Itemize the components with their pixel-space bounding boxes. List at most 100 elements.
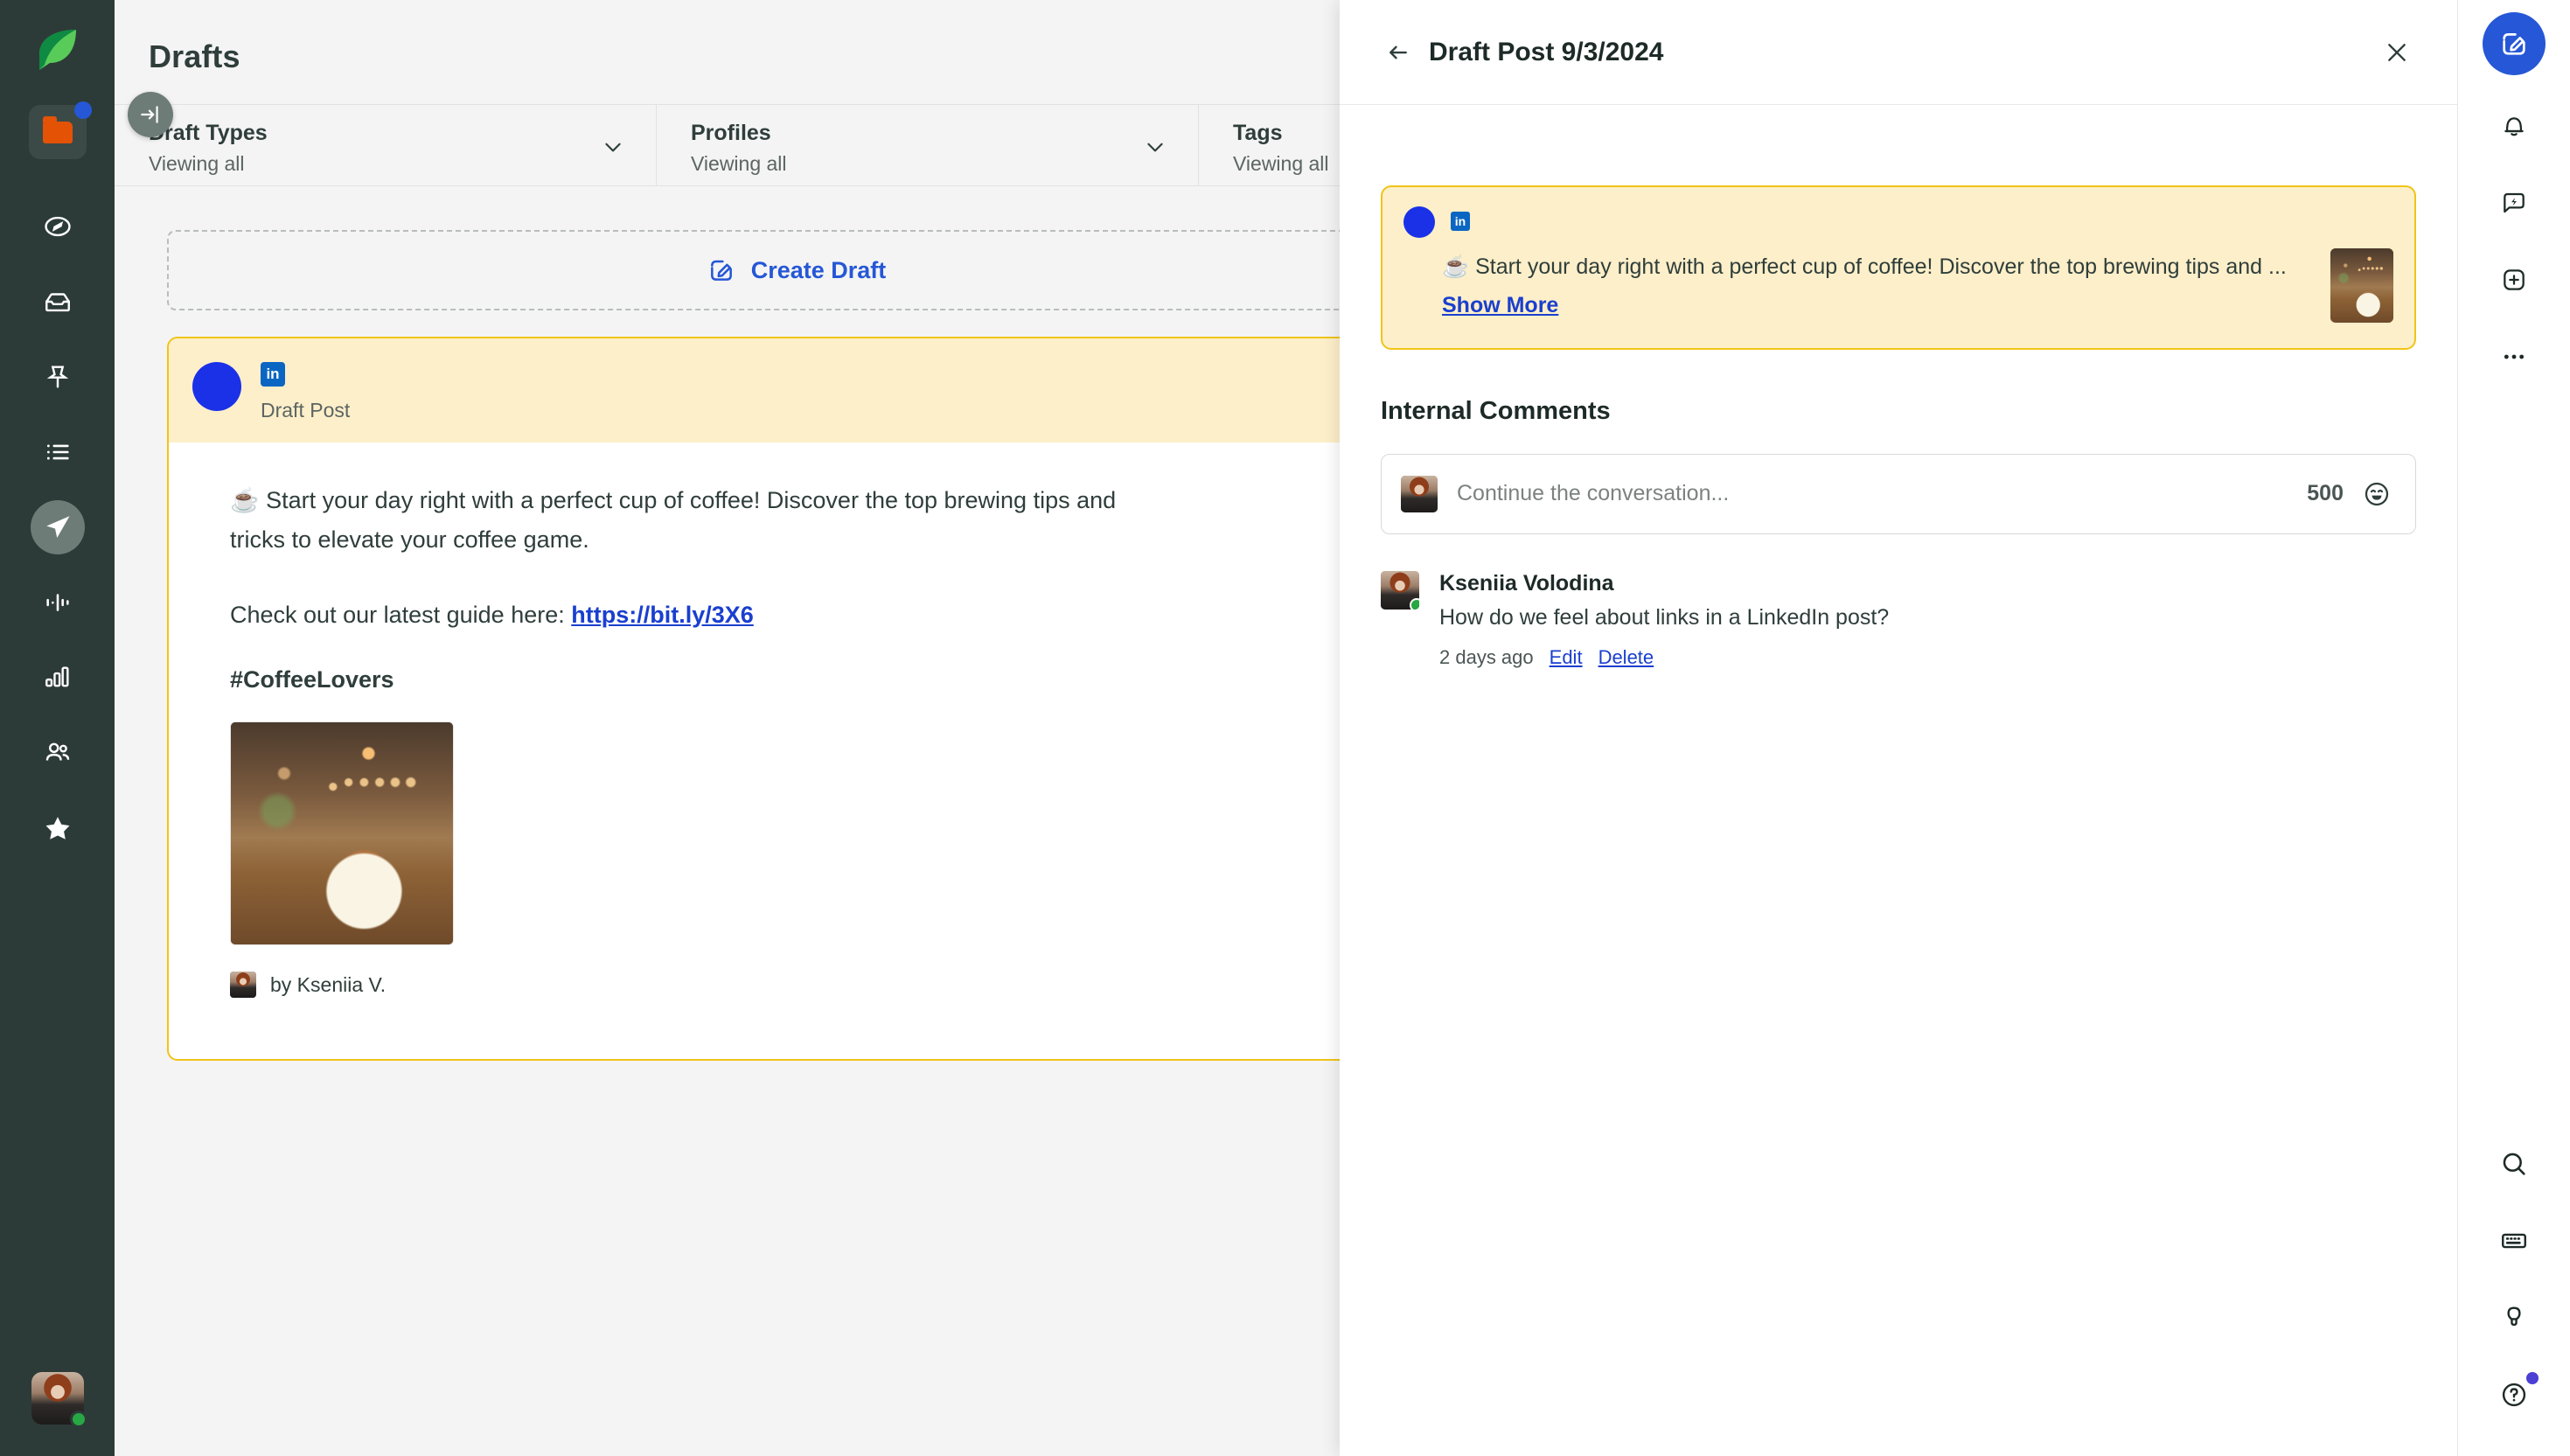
filter-draft-types[interactable]: Draft Types Viewing all [115,105,657,185]
sidebar-item-folder[interactable] [28,101,92,159]
comment-meta: 2 days ago Edit Delete [1439,646,1889,669]
search-icon [2503,1153,2525,1175]
sidebar-item-tasks[interactable] [31,425,85,479]
draft-detail-panel: Draft Post 9/3/2024 in ☕ Start your day … [1340,0,2457,1456]
comment-author-avatar [1381,570,1419,610]
chevron-down-icon [1144,136,1167,163]
mini-post-text: ☕ Start your day right with a perfect cu… [1403,248,2308,325]
author-avatar [230,972,256,999]
inbox-icon [45,293,70,312]
comment-timestamp: 2 days ago [1439,645,1534,668]
sidebar-item-listening[interactable] [31,575,85,630]
linkedin-icon: in [261,362,285,387]
mini-post-header: in [1403,206,2393,238]
arrow-right-to-line-icon [141,106,158,123]
author-byline: by Kseniia V. [270,972,387,996]
comment-input[interactable] [1457,481,2288,506]
help-question-icon [2502,1383,2526,1407]
list-icon [46,444,69,460]
sidebar-item-pinned[interactable] [31,350,85,404]
close-icon [2388,43,2406,61]
filter-value: Viewing all [149,152,245,175]
chevron-down-icon [602,136,624,163]
back-button[interactable] [1381,35,1416,70]
mini-post-thumbnail [2330,248,2393,323]
keyboard-shortcuts-icon [2502,1233,2526,1249]
ideas-button[interactable] [2488,1292,2540,1344]
comment-composer[interactable]: 500 [1381,453,2416,534]
composer-avatar [1401,475,1438,512]
bell-notifications-icon [2504,117,2524,136]
notifications-button[interactable] [2488,100,2540,152]
show-more-link[interactable]: Show More [1442,293,1558,317]
online-status-dot [69,1411,87,1428]
compass-icon [44,216,71,237]
post-hashtag: #CoffeeLovers [230,666,394,693]
draft-post-meta: in Draft Post [261,362,350,422]
sidebar-item-home[interactable] [31,199,85,254]
more-ellipsis-icon [2504,354,2525,359]
search-button[interactable] [2488,1138,2540,1190]
leaf-icon [38,30,76,70]
filter-label: Draft Types [149,121,268,145]
coffee-shop-thumb [2330,248,2393,323]
app-root: Drafts Draft Types Viewing all Profiles … [0,0,2570,1456]
filter-value: Viewing all [691,152,787,175]
right-rail-bottom-group [2488,1113,2540,1456]
sprout-leaf-logo[interactable] [31,21,85,75]
add-plus-icon [2504,269,2525,290]
post-link[interactable]: https://bit.ly/3X6 [571,602,754,628]
filter-profiles[interactable]: Profiles Viewing all [657,105,1199,185]
compose-button[interactable] [2483,12,2546,75]
expand-sidebar-button[interactable] [128,92,173,137]
lightbulb-ideas-icon [2507,1306,2521,1327]
comment-text: How do we feel about links in a LinkedIn… [1439,604,1890,630]
character-count: 500 [2307,481,2344,505]
reports-bar-chart-icon [45,666,69,687]
publishing-paper-plane-icon [45,516,69,538]
emoji-glyph [2365,482,2389,505]
help-badge [2526,1372,2539,1384]
user-avatar[interactable] [31,1372,87,1428]
mini-profile-avatar [1403,206,1435,238]
pin-icon [46,366,68,388]
post-image [230,721,454,946]
sidebar-item-premium[interactable] [31,801,85,855]
help-button[interactable] [2488,1369,2540,1421]
comment-item: Kseniia Volodina How do we feel about li… [1381,570,2416,669]
sidebar-item-reports[interactable] [31,651,85,705]
keyboard-shortcuts-button[interactable] [2488,1215,2540,1267]
detail-panel-body: in ☕ Start your day right with a perfect… [1340,105,2457,669]
mini-post-content: ☕ Start your day right with a perfect cu… [1403,248,2393,325]
bolt-message-icon [2504,192,2525,213]
add-button[interactable] [2488,254,2540,306]
post-link-line: Check out our latest guide here: https:/… [230,596,1424,635]
listening-waveform-icon [45,594,69,611]
drafts-list: Create Draft in Draft Post ☕ Start your … [115,186,1479,1062]
sidebar-item-publishing[interactable] [30,500,85,554]
emoji-smile-icon[interactable] [2363,480,2391,508]
comment-edit-link[interactable]: Edit [1550,646,1583,669]
left-navigation-rail [0,0,115,1456]
draft-post-card-header: in Draft Post [169,338,1424,442]
arrow-left-icon [1389,45,1407,59]
post-text-line1: ☕ Start your day right with a perfect cu… [230,487,1117,513]
post-text: ☕ Start your day right with a perfect cu… [230,481,1424,561]
coffee-shop-photo [231,722,453,945]
comment-delete-link[interactable]: Delete [1598,646,1654,669]
draft-post-card[interactable]: in Draft Post ☕ Start your day right wit… [167,337,1426,1062]
linkedin-icon: in [1451,212,1470,231]
create-draft-button[interactable]: Create Draft [167,230,1426,310]
mini-post-preview[interactable]: in ☕ Start your day right with a perfect… [1381,185,2416,350]
sidebar-item-inbox[interactable] [31,275,85,329]
profile-avatar [192,362,241,411]
compose-pencil-icon [2503,33,2525,55]
more-options-button[interactable] [2488,331,2540,383]
quick-message-button[interactable] [2488,177,2540,229]
sidebar-item-employee-advocacy[interactable] [31,726,85,780]
employee-advocacy-people-icon [45,742,69,761]
close-button[interactable] [2378,33,2416,72]
folder-icon [42,115,73,143]
internal-comments-heading: Internal Comments [1381,396,1611,425]
create-draft-label: Create Draft [750,256,887,283]
